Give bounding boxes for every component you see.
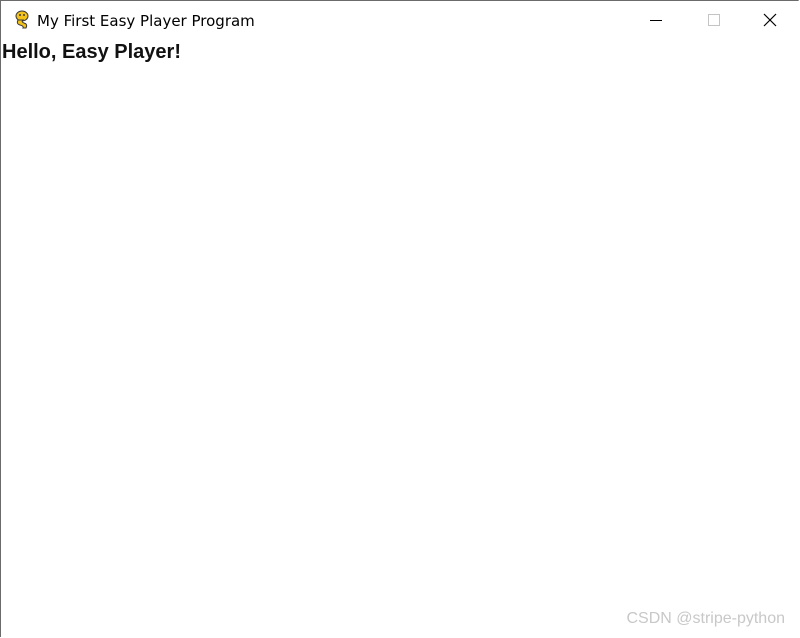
close-icon [763, 13, 777, 27]
minimize-icon [650, 20, 662, 21]
title-bar[interactable]: My First Easy Player Program [1, 1, 799, 39]
hello-text: Hello, Easy Player! [2, 41, 181, 63]
pygame-snake-icon[interactable] [12, 10, 32, 30]
watermark-text: CSDN @stripe-python [626, 610, 785, 627]
close-button[interactable] [741, 1, 799, 39]
minimize-button[interactable] [627, 1, 685, 39]
app-window: My First Easy Player Program Hello, Easy… [0, 0, 799, 638]
window-title: My First Easy Player Program [37, 12, 255, 30]
game-canvas[interactable]: Hello, Easy Player! CSDN @stripe-python [1, 39, 799, 638]
maximize-button[interactable] [685, 1, 743, 39]
maximize-icon [708, 14, 720, 26]
